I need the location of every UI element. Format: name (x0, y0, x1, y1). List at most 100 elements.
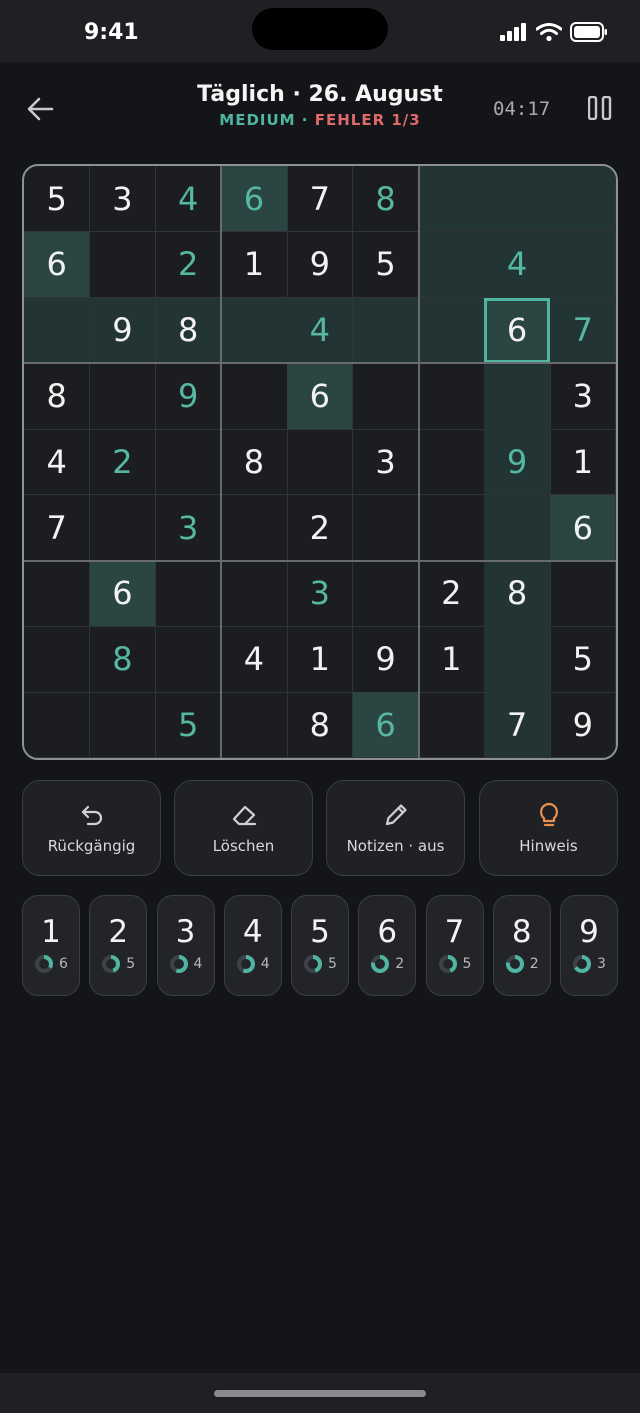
cell-r9-c7[interactable] (418, 692, 485, 758)
status-bar: 9:41 (0, 0, 640, 62)
pause-button[interactable] (587, 95, 612, 121)
cell-r1-c2[interactable]: 3 (89, 166, 157, 233)
cell-r1-c4[interactable]: 6 (221, 166, 288, 233)
cell-r8-c6[interactable]: 9 (352, 626, 420, 693)
cell-r8-c1[interactable] (24, 626, 91, 693)
hint-button[interactable]: Hinweis (479, 780, 618, 876)
cell-r3-c3[interactable]: 8 (155, 297, 222, 364)
cell-r7-c8[interactable]: 8 (484, 560, 551, 627)
cell-r8-c4[interactable]: 4 (221, 626, 288, 693)
cell-r3-c1[interactable] (24, 297, 91, 364)
cell-r5-c5[interactable] (287, 429, 354, 496)
cell-r9-c1[interactable] (24, 692, 91, 758)
cell-r8-c2[interactable]: 8 (89, 626, 157, 693)
cell-r4-c1[interactable]: 8 (24, 363, 91, 430)
notes-toggle-button[interactable]: Notizen · aus (326, 780, 465, 876)
cell-r4-c7[interactable] (418, 363, 485, 430)
cell-r7-c6[interactable] (352, 560, 420, 627)
cell-r4-c3[interactable]: 9 (155, 363, 222, 430)
cell-r6-c8[interactable] (484, 494, 551, 562)
cell-r2-c1[interactable]: 6 (24, 231, 91, 299)
cell-r9-c3[interactable]: 5 (155, 692, 222, 758)
tool-bar: Rückgängig Löschen Notizen · aus Hinweis (22, 780, 618, 876)
cell-r4-c5[interactable]: 6 (287, 363, 354, 430)
cell-r3-c5[interactable]: 4 (287, 297, 354, 364)
cell-r8-c7[interactable]: 1 (418, 626, 485, 693)
cell-r7-c4[interactable] (221, 560, 288, 627)
cell-r2-c7[interactable] (418, 231, 485, 299)
cell-r4-c6[interactable] (352, 363, 420, 430)
cell-r4-c8[interactable] (484, 363, 551, 430)
cell-r3-c9[interactable]: 7 (550, 297, 616, 364)
number-key-5[interactable]: 55 (291, 895, 349, 996)
cell-r9-c2[interactable] (89, 692, 157, 758)
cell-r6-c2[interactable] (89, 494, 157, 562)
cell-r5-c6[interactable]: 3 (352, 429, 420, 496)
remaining-indicator: 6 (34, 954, 68, 974)
cell-r7-c5[interactable]: 3 (287, 560, 354, 627)
home-indicator[interactable] (214, 1390, 426, 1397)
cell-r2-c4[interactable]: 1 (221, 231, 288, 299)
cell-r4-c2[interactable] (89, 363, 157, 430)
cell-r3-c4[interactable] (221, 297, 288, 364)
cell-r4-c4[interactable] (221, 363, 288, 430)
cell-r1-c1[interactable]: 5 (24, 166, 91, 233)
cell-r8-c8[interactable] (484, 626, 551, 693)
progress-ring-icon (371, 955, 390, 973)
cell-r9-c8[interactable]: 7 (484, 692, 551, 758)
number-key-3[interactable]: 34 (156, 895, 215, 996)
cell-r6-c4[interactable] (221, 494, 288, 562)
cell-r5-c1[interactable]: 4 (24, 429, 91, 496)
cell-r2-c8[interactable]: 4 (484, 231, 551, 299)
cell-r5-c2[interactable]: 2 (89, 429, 157, 496)
undo-button[interactable]: Rückgängig (22, 780, 161, 876)
cell-r3-c8[interactable]: 6 (484, 297, 551, 364)
cell-r7-c9[interactable] (550, 560, 616, 627)
cell-r7-c7[interactable]: 2 (418, 560, 485, 627)
cell-r6-c1[interactable]: 7 (24, 494, 91, 562)
cell-r9-c9[interactable]: 9 (550, 692, 616, 758)
cell-r6-c5[interactable]: 2 (287, 494, 354, 562)
cell-r8-c3[interactable] (155, 626, 222, 693)
cell-r5-c7[interactable] (418, 429, 485, 496)
cell-r1-c8[interactable] (484, 166, 551, 233)
cell-r2-c2[interactable] (89, 231, 157, 299)
cell-r1-c7[interactable] (418, 166, 485, 233)
cell-r9-c6[interactable]: 6 (352, 692, 420, 758)
cell-r5-c9[interactable]: 1 (550, 429, 616, 496)
cell-r9-c5[interactable]: 8 (287, 692, 354, 758)
number-key-9[interactable]: 93 (560, 895, 618, 996)
number-key-4[interactable]: 44 (223, 895, 282, 996)
cell-r6-c6[interactable] (352, 494, 420, 562)
number-key-2[interactable]: 25 (89, 895, 148, 996)
number-key-7[interactable]: 75 (425, 895, 484, 996)
cell-r4-c9[interactable]: 3 (550, 363, 616, 430)
cell-r7-c1[interactable] (24, 560, 91, 627)
cell-r5-c4[interactable]: 8 (221, 429, 288, 496)
cell-r7-c3[interactable] (155, 560, 222, 627)
cell-r2-c9[interactable] (550, 231, 616, 299)
cell-r3-c6[interactable] (352, 297, 420, 364)
cell-r5-c3[interactable] (155, 429, 222, 496)
cell-r1-c9[interactable] (550, 166, 616, 233)
cell-r2-c5[interactable]: 9 (287, 231, 354, 299)
number-key-8[interactable]: 82 (492, 895, 551, 996)
cell-r1-c6[interactable]: 8 (352, 166, 420, 233)
number-key-1[interactable]: 16 (22, 895, 80, 996)
cell-r9-c4[interactable] (221, 692, 288, 758)
cell-r3-c2[interactable]: 9 (89, 297, 157, 364)
number-key-6[interactable]: 62 (358, 895, 417, 996)
cell-r1-c5[interactable]: 7 (287, 166, 354, 233)
cell-r7-c2[interactable]: 6 (89, 560, 157, 627)
cell-r6-c9[interactable]: 6 (550, 494, 616, 562)
cell-r1-c3[interactable]: 4 (155, 166, 222, 233)
cell-r6-c7[interactable] (418, 494, 485, 562)
cell-r6-c3[interactable]: 3 (155, 494, 222, 562)
cell-r5-c8[interactable]: 9 (484, 429, 551, 496)
cell-r2-c3[interactable]: 2 (155, 231, 222, 299)
cell-r8-c5[interactable]: 1 (287, 626, 354, 693)
cell-r8-c9[interactable]: 5 (550, 626, 616, 693)
cell-r2-c6[interactable]: 5 (352, 231, 420, 299)
erase-button[interactable]: Löschen (174, 780, 313, 876)
cell-r3-c7[interactable] (418, 297, 485, 364)
